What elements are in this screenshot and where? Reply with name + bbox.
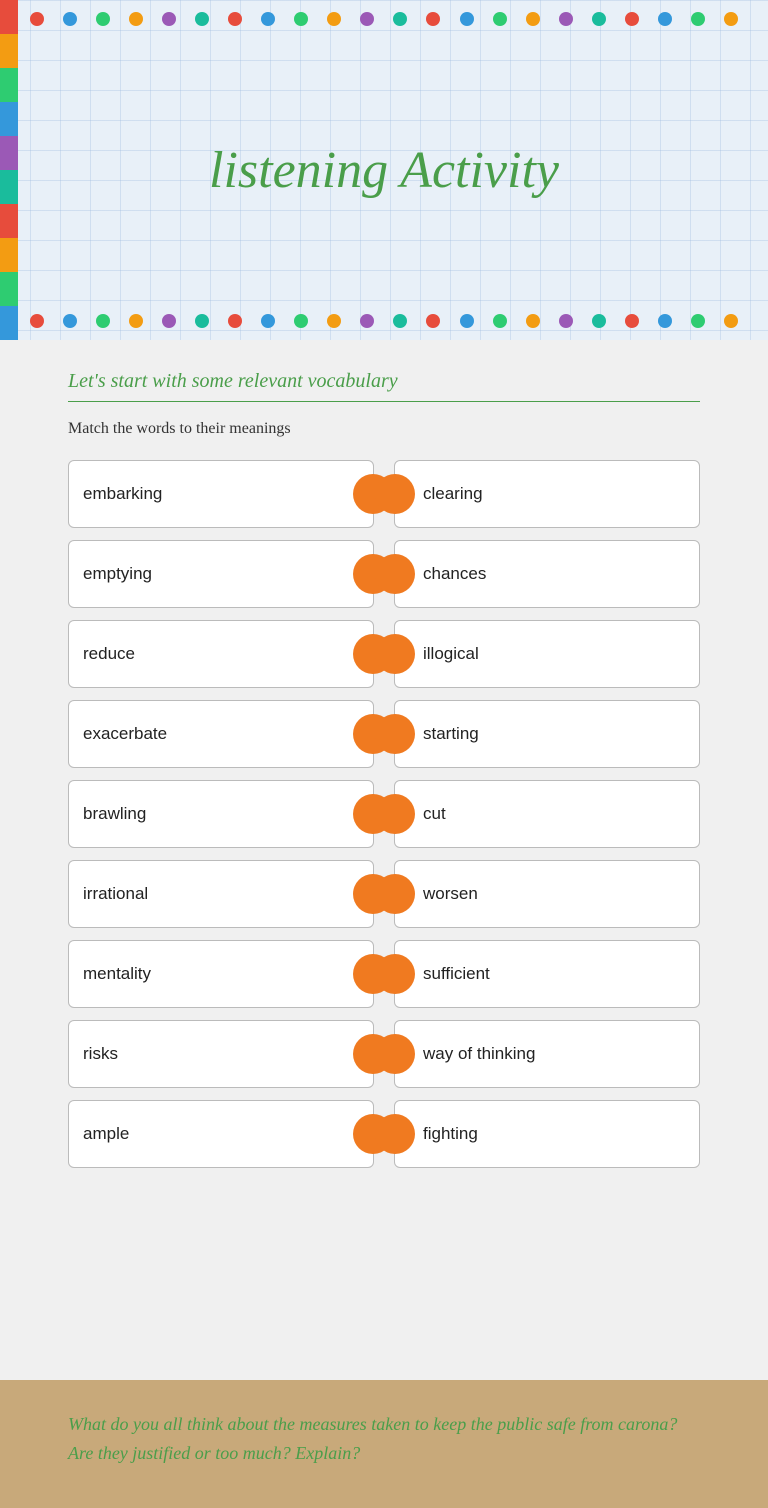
right-word-item[interactable]: way of thinking [394,1020,700,1088]
left-connector-circle[interactable] [375,714,415,754]
dot-border-bottom [0,314,768,328]
right-word-item[interactable]: worsen [394,860,700,928]
left-word-label: ample [83,1124,129,1144]
right-word-item[interactable]: chances [394,540,700,608]
left-word-label: reduce [83,644,135,664]
left-word-item[interactable]: reduce [68,620,374,688]
right-word-item[interactable]: clearing [394,460,700,528]
left-word-item[interactable]: emptying [68,540,374,608]
right-word-label: cut [423,804,446,824]
right-word-label: fighting [423,1124,478,1144]
right-word-label: sufficient [423,964,490,984]
left-word-label: embarking [83,484,162,504]
instruction-text: Match the words to their meanings [68,420,700,438]
matching-grid: embarking clearing emptying chances reduce il… [68,460,700,1168]
left-connector-circle[interactable] [375,634,415,674]
right-word-label: way of thinking [423,1044,535,1064]
left-word-item[interactable]: irrational [68,860,374,928]
right-word-item[interactable]: starting [394,700,700,768]
right-word-label: worsen [423,884,478,904]
left-word-label: brawling [83,804,146,824]
header: listening Activity [0,0,768,340]
bottom-question: What do you all think about the measures… [68,1410,700,1468]
right-word-item[interactable]: illogical [394,620,700,688]
left-word-label: exacerbate [83,724,167,744]
left-word-item[interactable]: ample [68,1100,374,1168]
left-word-label: emptying [83,564,152,584]
right-word-item[interactable]: sufficient [394,940,700,1008]
main-content: Let's start with some relevant vocabular… [0,340,768,1380]
left-word-item[interactable]: mentality [68,940,374,1008]
left-word-label: mentality [83,964,151,984]
left-connector-circle[interactable] [375,554,415,594]
right-word-label: starting [423,724,479,744]
left-word-label: risks [83,1044,118,1064]
left-connector-circle[interactable] [375,874,415,914]
dot-border-top [0,12,768,26]
right-word-item[interactable]: fighting [394,1100,700,1168]
page-title: listening Activity [209,141,559,200]
right-word-label: illogical [423,644,479,664]
right-word-label: clearing [423,484,483,504]
right-word-item[interactable]: cut [394,780,700,848]
left-connector-circle[interactable] [375,474,415,514]
left-connector-circle[interactable] [375,954,415,994]
left-word-item[interactable]: brawling [68,780,374,848]
vocab-section-header: Let's start with some relevant vocabular… [68,370,700,393]
section-divider [68,401,700,402]
left-connector-circle[interactable] [375,794,415,834]
left-word-label: irrational [83,884,148,904]
right-word-label: chances [423,564,486,584]
color-bar [0,0,18,340]
left-word-item[interactable]: risks [68,1020,374,1088]
left-connector-circle[interactable] [375,1114,415,1154]
bottom-section: What do you all think about the measures… [0,1380,768,1508]
left-word-item[interactable]: embarking [68,460,374,528]
left-connector-circle[interactable] [375,1034,415,1074]
left-word-item[interactable]: exacerbate [68,700,374,768]
